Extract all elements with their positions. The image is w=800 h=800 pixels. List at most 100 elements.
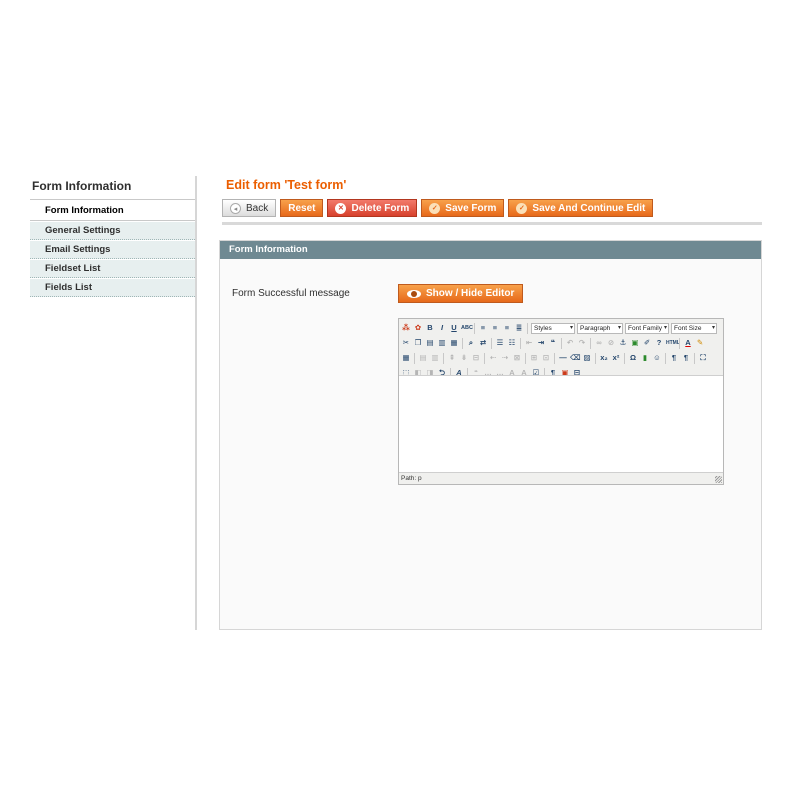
outdent-icon[interactable]: ⇤	[524, 338, 534, 348]
sidebar-title: Form Information	[30, 176, 195, 200]
save-and-continue-button[interactable]: ✓ Save And Continue Edit	[508, 199, 654, 217]
sidebar-item-general-settings[interactable]: General Settings	[30, 221, 195, 240]
numbered-list-icon[interactable]: ☷	[507, 338, 517, 348]
underline-icon[interactable]: U	[449, 323, 459, 333]
toolbar-separator	[527, 322, 528, 334]
superscript-icon[interactable]: x²	[611, 353, 621, 363]
background-color-icon[interactable]: ✎	[695, 338, 705, 348]
merge-cells-icon[interactable]: ⊡	[541, 353, 551, 363]
row-props-icon[interactable]: ▤	[418, 353, 428, 363]
remove-format-icon[interactable]: ⌫	[570, 353, 581, 363]
toolbar-separator	[520, 337, 521, 349]
widget-icon[interactable]: ⁂	[401, 323, 411, 333]
align-left-icon[interactable]: ≡	[478, 323, 488, 333]
toolbar-separator	[590, 337, 591, 349]
back-button-label: Back	[246, 202, 269, 214]
editor-toolbar-row: ✂ ❐ ▤ ▥ ▦ ⌕ ⇄ ☰ ☷ ⇤ ⇥ ❝ ↶ ↷ ∞ ⊘ ⚓ ▣ ✐ ? …	[401, 336, 721, 350]
panel-title: Form Information	[220, 241, 761, 259]
show-hide-editor-button[interactable]: Show / Hide Editor	[398, 284, 524, 303]
html-source-icon[interactable]: HTML	[666, 338, 680, 348]
back-button[interactable]: ◂ Back	[222, 199, 277, 217]
blockquote-icon[interactable]: ❝	[548, 338, 558, 348]
anchor-icon[interactable]: ⚓	[618, 338, 628, 348]
cut-icon[interactable]: ✂	[401, 338, 411, 348]
header-divider	[222, 222, 762, 225]
editor-content-area[interactable]	[399, 375, 723, 473]
copy-icon[interactable]: ❐	[413, 338, 423, 348]
help-icon[interactable]: ?	[654, 338, 664, 348]
cleanup-icon[interactable]: ✐	[642, 338, 652, 348]
sidebar-item-fieldset-list[interactable]: Fieldset List	[30, 259, 195, 278]
col-after-icon[interactable]: ⇢	[500, 353, 510, 363]
save-button-label: Save Form	[445, 202, 497, 214]
sidebar-item-email-settings[interactable]: Email Settings	[30, 240, 195, 259]
sidebar-item-form-information[interactable]: Form Information	[30, 201, 195, 221]
toolbar-separator	[443, 352, 444, 364]
form-information-panel: Form Information Form Successful message…	[219, 240, 762, 630]
editor-path-bar: Path: p	[401, 475, 422, 482]
toolbar-separator	[554, 352, 555, 364]
save-continue-label: Save And Continue Edit	[532, 202, 646, 214]
paragraph-select[interactable]: Paragraph	[577, 322, 623, 334]
replace-icon[interactable]: ⇄	[478, 338, 488, 348]
align-right-icon[interactable]: ≡	[502, 323, 512, 333]
toolbar-separator	[414, 352, 415, 364]
indent-icon[interactable]: ⇥	[536, 338, 546, 348]
font-family-select[interactable]: Font Family	[625, 322, 669, 334]
split-cells-icon[interactable]: ⊞	[529, 353, 539, 363]
sidebar-item-fields-list[interactable]: Fields List	[30, 278, 195, 297]
image-icon[interactable]: ▣	[630, 338, 640, 348]
emotions-icon[interactable]: ☺	[652, 353, 662, 363]
table-icon[interactable]: ▦	[401, 353, 411, 363]
toolbar-separator	[624, 352, 625, 364]
delete-col-icon[interactable]: ⊠	[512, 353, 522, 363]
save-form-button[interactable]: ✓ Save Form	[421, 199, 505, 217]
italic-icon[interactable]: I	[437, 323, 447, 333]
toolbar-separator	[665, 352, 666, 364]
toolbar-separator	[525, 352, 526, 364]
horizontal-rule-icon[interactable]: —	[558, 353, 568, 363]
back-arrow-icon: ◂	[230, 202, 241, 214]
row-after-icon[interactable]: ⇟	[459, 353, 469, 363]
delete-form-button[interactable]: ✕ Delete Form	[327, 199, 418, 217]
row-before-icon[interactable]: ⇞	[447, 353, 457, 363]
unlink-icon[interactable]: ⊘	[606, 338, 616, 348]
paste-icon[interactable]: ▤	[425, 338, 435, 348]
sidebar: Form Information Form Information Genera…	[30, 176, 197, 630]
align-justify-icon[interactable]: ≣	[514, 323, 524, 333]
undo-icon[interactable]: ↶	[565, 338, 575, 348]
redo-icon[interactable]: ↷	[577, 338, 587, 348]
resize-grip-icon[interactable]	[715, 476, 722, 483]
paste-text-icon[interactable]: ▥	[437, 338, 447, 348]
delete-icon: ✕	[335, 202, 347, 214]
strikethrough-icon[interactable]: ABC	[461, 323, 473, 333]
editor-toolbar-row: ⁂ ✿ B I U ABC ≡ ≡ ≡ ≣ Styles Paragraph F…	[401, 321, 721, 335]
toolbar-separator	[474, 322, 475, 334]
toolbar-separator	[595, 352, 596, 364]
cell-props-icon[interactable]: ▥	[430, 353, 440, 363]
check-icon: ✓	[429, 202, 441, 214]
styles-select[interactable]: Styles	[531, 322, 575, 334]
align-center-icon[interactable]: ≡	[490, 323, 500, 333]
variable-icon[interactable]: ✿	[413, 323, 423, 333]
ltr-icon[interactable]: ¶	[669, 353, 679, 363]
bold-icon[interactable]: B	[425, 323, 435, 333]
reset-button[interactable]: Reset	[280, 199, 324, 217]
find-icon[interactable]: ⌕	[466, 338, 476, 348]
show-hide-label: Show / Hide Editor	[426, 288, 515, 299]
subscript-icon[interactable]: x₂	[599, 353, 609, 363]
toolbar-separator	[694, 352, 695, 364]
link-icon[interactable]: ∞	[594, 338, 604, 348]
media-icon[interactable]: ▮	[640, 353, 650, 363]
font-size-select[interactable]: Font Size	[671, 322, 717, 334]
special-char-icon[interactable]: Ω	[628, 353, 638, 363]
visual-aid-icon[interactable]: ▨	[582, 353, 592, 363]
wysiwyg-editor: ⁂ ✿ B I U ABC ≡ ≡ ≡ ≣ Styles Paragraph F…	[398, 318, 724, 485]
col-before-icon[interactable]: ⇠	[488, 353, 498, 363]
fullscreen-icon[interactable]: ⛶	[698, 353, 708, 363]
delete-row-icon[interactable]: ⊟	[471, 353, 481, 363]
text-color-icon[interactable]: A	[683, 338, 693, 348]
rtl-icon[interactable]: ¶	[681, 353, 691, 363]
paste-word-icon[interactable]: ▦	[449, 338, 459, 348]
bullet-list-icon[interactable]: ☰	[495, 338, 505, 348]
